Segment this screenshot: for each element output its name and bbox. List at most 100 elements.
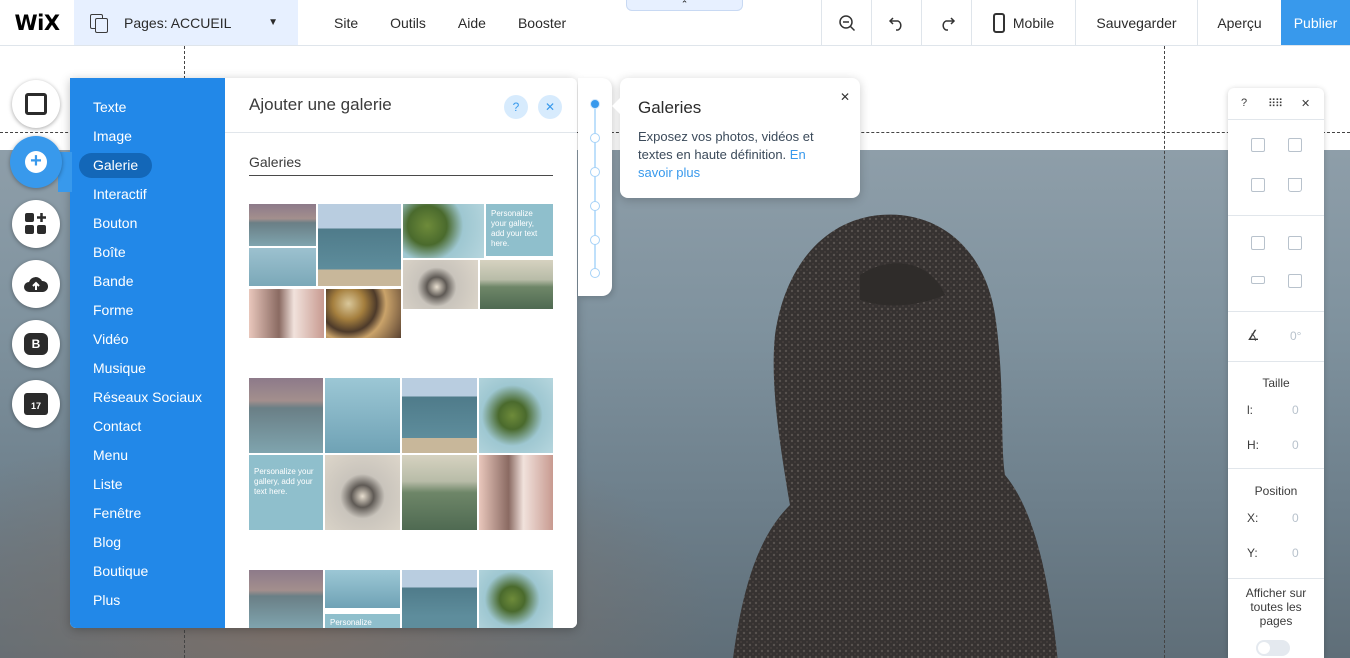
gallery-thumb <box>249 289 324 338</box>
tooltip-title: Galeries <box>638 98 702 117</box>
category-label: Boutique <box>93 563 149 579</box>
category-bouton[interactable]: Bouton <box>70 209 225 238</box>
x-value[interactable]: 0 <box>1292 511 1299 525</box>
drag-handle-icon[interactable]: ⠿⠿ <box>1268 97 1283 110</box>
category-menu[interactable]: Menu <box>70 441 225 470</box>
copy-icon[interactable] <box>1251 138 1265 152</box>
category-bande[interactable]: Bande <box>70 267 225 296</box>
tooltip-close-button[interactable]: ✕ <box>840 90 850 104</box>
category-boite[interactable]: Boîte <box>70 238 225 267</box>
category-image[interactable]: Image <box>70 122 225 151</box>
delete-icon[interactable] <box>1288 178 1302 192</box>
width-value[interactable]: 0 <box>1292 403 1299 417</box>
gallery-tooltip: ✕ Galeries Exposez vos photos, vidéos et… <box>612 78 860 198</box>
align-icon[interactable] <box>1288 236 1302 250</box>
undo-icon <box>888 16 902 31</box>
category-galerie[interactable]: Galerie <box>70 151 225 180</box>
menu-site[interactable]: Site <box>334 15 358 31</box>
distribute-icon[interactable] <box>1251 276 1265 284</box>
toolbar-close-button[interactable]: ✕ <box>1301 97 1310 110</box>
category-label: Boîte <box>93 244 126 260</box>
category-video[interactable]: Vidéo <box>70 325 225 354</box>
section-divider <box>249 175 553 176</box>
category-blog[interactable]: Blog <box>70 528 225 557</box>
toolbar-help-button[interactable]: ? <box>1241 97 1247 109</box>
size-section: Taille l: 0 H: 0 <box>1228 362 1324 469</box>
category-label: Contact <box>93 418 142 434</box>
rotate-section: ∡ 0° <box>1228 312 1324 362</box>
collapse-topbar-tab[interactable]: ⌃ <box>626 0 743 11</box>
gallery-thumb <box>249 378 323 453</box>
category-label: Bouton <box>93 215 138 231</box>
pages-dropdown[interactable]: Pages: ACCUEIL ▼ <box>74 0 298 45</box>
paste-icon[interactable] <box>1288 138 1302 152</box>
y-value[interactable]: 0 <box>1292 546 1299 560</box>
category-musique[interactable]: Musique <box>70 354 225 383</box>
category-boutique[interactable]: Boutique <box>70 557 225 586</box>
rail-bookings-button[interactable]: 17 <box>12 380 60 428</box>
size-label: Taille <box>1262 376 1290 390</box>
category-label: Forme <box>93 302 134 318</box>
layout-guide-right <box>1164 46 1165 658</box>
publish-button[interactable]: Publier <box>1281 0 1350 45</box>
category-fenetre[interactable]: Fenêtre <box>70 499 225 528</box>
gallery-thumb <box>479 378 553 453</box>
navigator-dot[interactable] <box>590 167 600 177</box>
gallery-thumb <box>318 204 401 286</box>
undo-button[interactable] <box>871 0 921 45</box>
rail-upload-button[interactable] <box>12 260 60 308</box>
redo-button[interactable] <box>921 0 971 45</box>
rail-add-apps-button[interactable] <box>12 200 60 248</box>
rail-add-button[interactable]: + <box>10 136 62 188</box>
show-all-pages-label: Afficher sur toutes les pages <box>1245 586 1307 628</box>
navigator-dot-active[interactable] <box>590 99 600 109</box>
category-texte[interactable]: Texte <box>70 93 225 122</box>
category-label: Liste <box>93 476 123 492</box>
category-label: Image <box>93 128 132 144</box>
angle-value[interactable]: 0° <box>1290 329 1301 343</box>
copy-paste-section <box>1228 120 1324 216</box>
category-liste[interactable]: Liste <box>70 470 225 499</box>
help-button[interactable]: ? <box>504 95 528 119</box>
close-panel-button[interactable]: ✕ <box>538 95 562 119</box>
menu-outils[interactable]: Outils <box>390 15 426 31</box>
show-all-pages-toggle[interactable] <box>1256 640 1290 656</box>
rotate-icon[interactable]: ∡ <box>1247 327 1260 344</box>
tooltip-text: Exposez vos photos, vidéos et textes en … <box>638 129 814 162</box>
wix-logo[interactable]: WiX <box>0 0 74 45</box>
tooltip-body: Exposez vos photos, vidéos et textes en … <box>638 128 842 182</box>
gallery-thumb <box>325 570 400 608</box>
category-reseaux-sociaux[interactable]: Réseaux Sociaux <box>70 383 225 412</box>
menu-booster[interactable]: Booster <box>518 15 566 31</box>
category-forme[interactable]: Forme <box>70 296 225 325</box>
gallery-content: Ajouter une galerie ? ✕ Galeries Persona… <box>225 78 577 628</box>
rail-background-button[interactable] <box>12 80 60 128</box>
navigator-dot[interactable] <box>590 268 600 278</box>
y-key: Y: <box>1247 546 1258 560</box>
category-label: Texte <box>93 99 127 115</box>
navigator-dot[interactable] <box>590 133 600 143</box>
navigator-dot[interactable] <box>590 201 600 211</box>
save-button[interactable]: Sauvegarder <box>1075 0 1197 45</box>
gallery-thumb <box>480 260 553 309</box>
category-contact[interactable]: Contact <box>70 412 225 441</box>
category-interactif[interactable]: Interactif <box>70 180 225 209</box>
match-size-icon[interactable] <box>1288 274 1302 288</box>
section-navigator <box>578 78 612 296</box>
gallery-thumb <box>479 570 553 628</box>
main-menu: Site Outils Aide Booster <box>298 0 598 45</box>
phone-icon <box>992 12 1005 33</box>
zoom-out-icon <box>838 14 855 31</box>
mobile-view-button[interactable]: Mobile <box>971 0 1075 45</box>
gallery-thumb <box>326 289 401 338</box>
gallery-text-tile: Personalize <box>325 614 400 628</box>
duplicate-icon[interactable] <box>1251 178 1265 192</box>
navigator-dot[interactable] <box>590 235 600 245</box>
category-plus[interactable]: Plus <box>70 586 225 615</box>
arrange-icon[interactable] <box>1251 236 1265 250</box>
height-value[interactable]: 0 <box>1292 438 1299 452</box>
zoom-out-button[interactable] <box>821 0 871 45</box>
rail-blog-button[interactable]: B <box>12 320 60 368</box>
preview-button[interactable]: Aperçu <box>1197 0 1281 45</box>
menu-aide[interactable]: Aide <box>458 15 486 31</box>
